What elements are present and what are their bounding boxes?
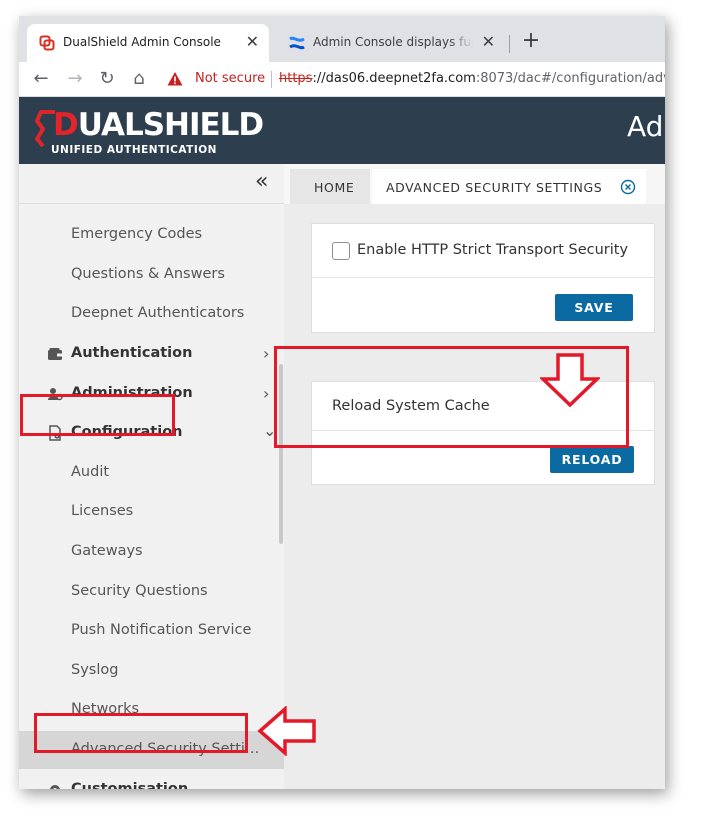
url-scheme: https [279, 71, 313, 86]
app-header: DUALSHIELD UNIFIED AUTHENTICATION Ad [19, 97, 665, 164]
url-path: :8073/dac#/configuration/advanced [475, 71, 665, 86]
browser-tab-title: DualShield Admin Console [63, 35, 221, 49]
highlight-configuration-box [20, 394, 175, 436]
browser-tab-title: Admin Console displays funny characters [313, 35, 473, 49]
sidebar-item-label: Push Notification Service [71, 622, 252, 638]
close-circle-icon[interactable] [620, 179, 636, 195]
warning-triangle-icon [167, 72, 183, 86]
tab-label: ADVANCED SECURITY SETTINGS [386, 180, 603, 195]
url-host: ://das06.deepnet2fa.com [312, 71, 476, 86]
sidebar-item-security-questions[interactable]: Security Questions [19, 577, 284, 607]
hsts-row: Enable HTTP Strict Transport Security [312, 224, 654, 278]
page-header-title: Ad [627, 110, 664, 143]
sidebar-group-authentication[interactable]: Authentication › [19, 339, 284, 369]
logo-wordmark: DUALSHIELD [53, 107, 264, 143]
chevron-right-icon: › [263, 384, 270, 403]
hsts-label: Enable HTTP Strict Transport Security [357, 242, 629, 258]
content-tabbar: HOME ADVANCED SECURITY SETTINGS [284, 164, 665, 204]
close-tab-icon[interactable]: ✕ [482, 32, 495, 52]
sidebar-item-label: Authentication [71, 345, 193, 361]
new-tab-icon[interactable]: + [519, 29, 543, 53]
sidebar-group-customisation[interactable]: Customisation [19, 775, 284, 789]
left-arrow-annotation-icon [257, 706, 316, 756]
address-bar[interactable]: Not secure https://das06.deepnet2fa.com:… [161, 66, 665, 93]
omnibox-separator [271, 71, 272, 88]
sidebar-item-deepnet-authenticators[interactable]: Deepnet Authenticators [19, 299, 284, 329]
sidebar-item-label: Questions & Answers [71, 266, 225, 282]
browser-tabstrip: DualShield Admin Console ✕ Admin Console… [19, 16, 665, 62]
tab-separator [509, 35, 510, 53]
browser-tab-dualshield[interactable]: DualShield Admin Console ✕ [27, 24, 269, 62]
sidebar-item-label: Emergency Codes [71, 226, 203, 242]
sidebar-collapse-row: « [19, 164, 284, 204]
sidebar-item-label: Security Questions [71, 583, 208, 599]
sidebar-item-label: Gateways [71, 543, 143, 559]
sidebar-item-emergency-codes[interactable]: Emergency Codes [19, 220, 284, 250]
browser-tab-confluence[interactable]: Admin Console displays funny characters … [277, 24, 505, 62]
chevron-right-icon: › [263, 344, 270, 363]
sidebar-item-licenses[interactable]: Licenses [19, 497, 284, 527]
reload-icon[interactable]: ↻ [95, 67, 119, 91]
down-arrow-annotation-icon [540, 353, 600, 408]
hsts-panel: Enable HTTP Strict Transport Security SA… [311, 223, 655, 333]
sidebar-item-push-notification-service[interactable]: Push Notification Service [19, 616, 284, 646]
logo-subtitle: UNIFIED AUTHENTICATION [51, 144, 217, 156]
sidebar-item-syslog[interactable]: Syslog [19, 656, 284, 686]
sidebar-item-label: Syslog [71, 662, 119, 678]
home-icon[interactable]: ⌂ [127, 67, 151, 91]
tab-advanced-security-settings[interactable]: ADVANCED SECURITY SETTINGS [372, 169, 646, 204]
gear-icon [50, 785, 60, 789]
dualshield-favicon-icon [39, 35, 55, 51]
browser-toolbar: ← → ↻ ⌂ Not secure https://das06.deepnet… [19, 62, 665, 97]
confluence-favicon-icon [289, 36, 305, 50]
sidebar-item-label: Licenses [71, 503, 134, 519]
reload-button[interactable]: RELOAD [550, 446, 634, 473]
back-arrow-icon[interactable]: ← [29, 67, 53, 91]
not-secure-label[interactable]: Not secure [195, 71, 265, 86]
sidebar-item-label: Customisation [71, 781, 189, 789]
tab-home[interactable]: HOME [290, 169, 370, 204]
forward-arrow-icon[interactable]: → [63, 67, 87, 91]
tab-label: HOME [314, 180, 355, 195]
highlight-advanced-settings-box [34, 713, 248, 753]
sidebar-item-label: Audit [71, 464, 110, 480]
sidebar-item-gateways[interactable]: Gateways [19, 537, 284, 567]
sidebar-item-audit[interactable]: Audit [19, 458, 284, 488]
sidebar-item-questions-answers[interactable]: Questions & Answers [19, 260, 284, 290]
double-chevron-left-icon[interactable]: « [255, 170, 268, 194]
hsts-checkbox[interactable] [332, 242, 350, 260]
dualshield-logo: DUALSHIELD UNIFIED AUTHENTICATION [35, 107, 271, 157]
sidebar: « Emergency Codes Questions & Answers De… [19, 164, 284, 789]
close-tab-icon[interactable]: ✕ [246, 32, 259, 52]
main-content: HOME ADVANCED SECURITY SETTINGS Enable H… [284, 164, 665, 789]
url-text[interactable]: https://das06.deepnet2fa.com:8073/dac#/c… [279, 71, 665, 86]
save-button[interactable]: SAVE [555, 294, 633, 321]
sidebar-item-label: Deepnet Authenticators [71, 305, 245, 321]
wallet-icon [48, 348, 62, 360]
